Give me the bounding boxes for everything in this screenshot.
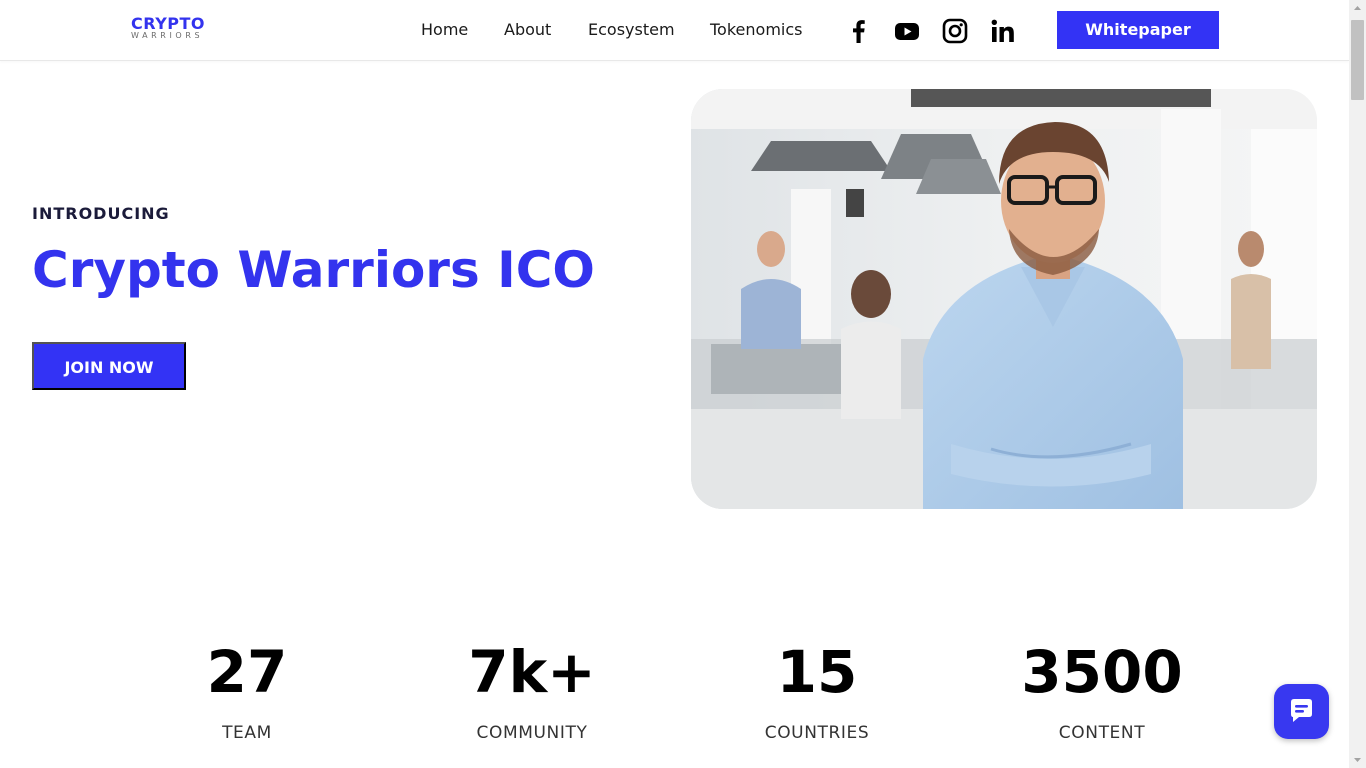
join-now-button[interactable]: JOIN NOW <box>32 342 186 390</box>
scrollbar-thumb[interactable] <box>1351 20 1364 100</box>
stat-value-community: 7k+ <box>468 638 596 706</box>
stat-label-team: TEAM <box>222 723 272 743</box>
nav-ecosystem[interactable]: Ecosystem <box>588 18 675 42</box>
stat-label-community: COMMUNITY <box>476 723 588 743</box>
stat-label-countries: COUNTRIES <box>764 723 870 743</box>
logo-wordmark-bottom: WARRIORS <box>131 31 204 40</box>
stat-value-countries: 15 <box>776 638 858 706</box>
nav-tokenomics[interactable]: Tokenomics <box>710 18 802 42</box>
whitepaper-button[interactable]: Whitepaper <box>1057 11 1219 49</box>
site-header: CRYPTO WARRIORS Home About Ecosystem Tok… <box>0 0 1349 61</box>
stat-value-content: 3500 <box>1021 638 1183 706</box>
facebook-icon[interactable] <box>845 17 873 45</box>
instagram-icon[interactable] <box>941 17 969 45</box>
scroll-down-arrow-icon[interactable] <box>1349 751 1366 768</box>
scroll-up-arrow-icon[interactable] <box>1349 0 1366 17</box>
youtube-icon[interactable] <box>893 17 921 45</box>
linkedin-icon[interactable] <box>989 17 1017 45</box>
nav-home[interactable]: Home <box>421 18 468 42</box>
hero-title: Crypto Warriors ICO <box>32 241 595 299</box>
hero-eyebrow: INTRODUCING <box>32 204 170 223</box>
logo[interactable]: CRYPTO WARRIORS <box>131 15 211 41</box>
page: CRYPTO WARRIORS Home About Ecosystem Tok… <box>0 0 1349 768</box>
stat-label-content: CONTENT <box>1058 723 1146 743</box>
chat-icon <box>1291 699 1312 722</box>
chat-widget-button[interactable] <box>1274 684 1329 739</box>
stat-value-team: 27 <box>206 638 288 706</box>
page-scrollbar[interactable] <box>1349 0 1366 768</box>
nav-about[interactable]: About <box>504 18 551 42</box>
hero-image <box>691 89 1317 509</box>
